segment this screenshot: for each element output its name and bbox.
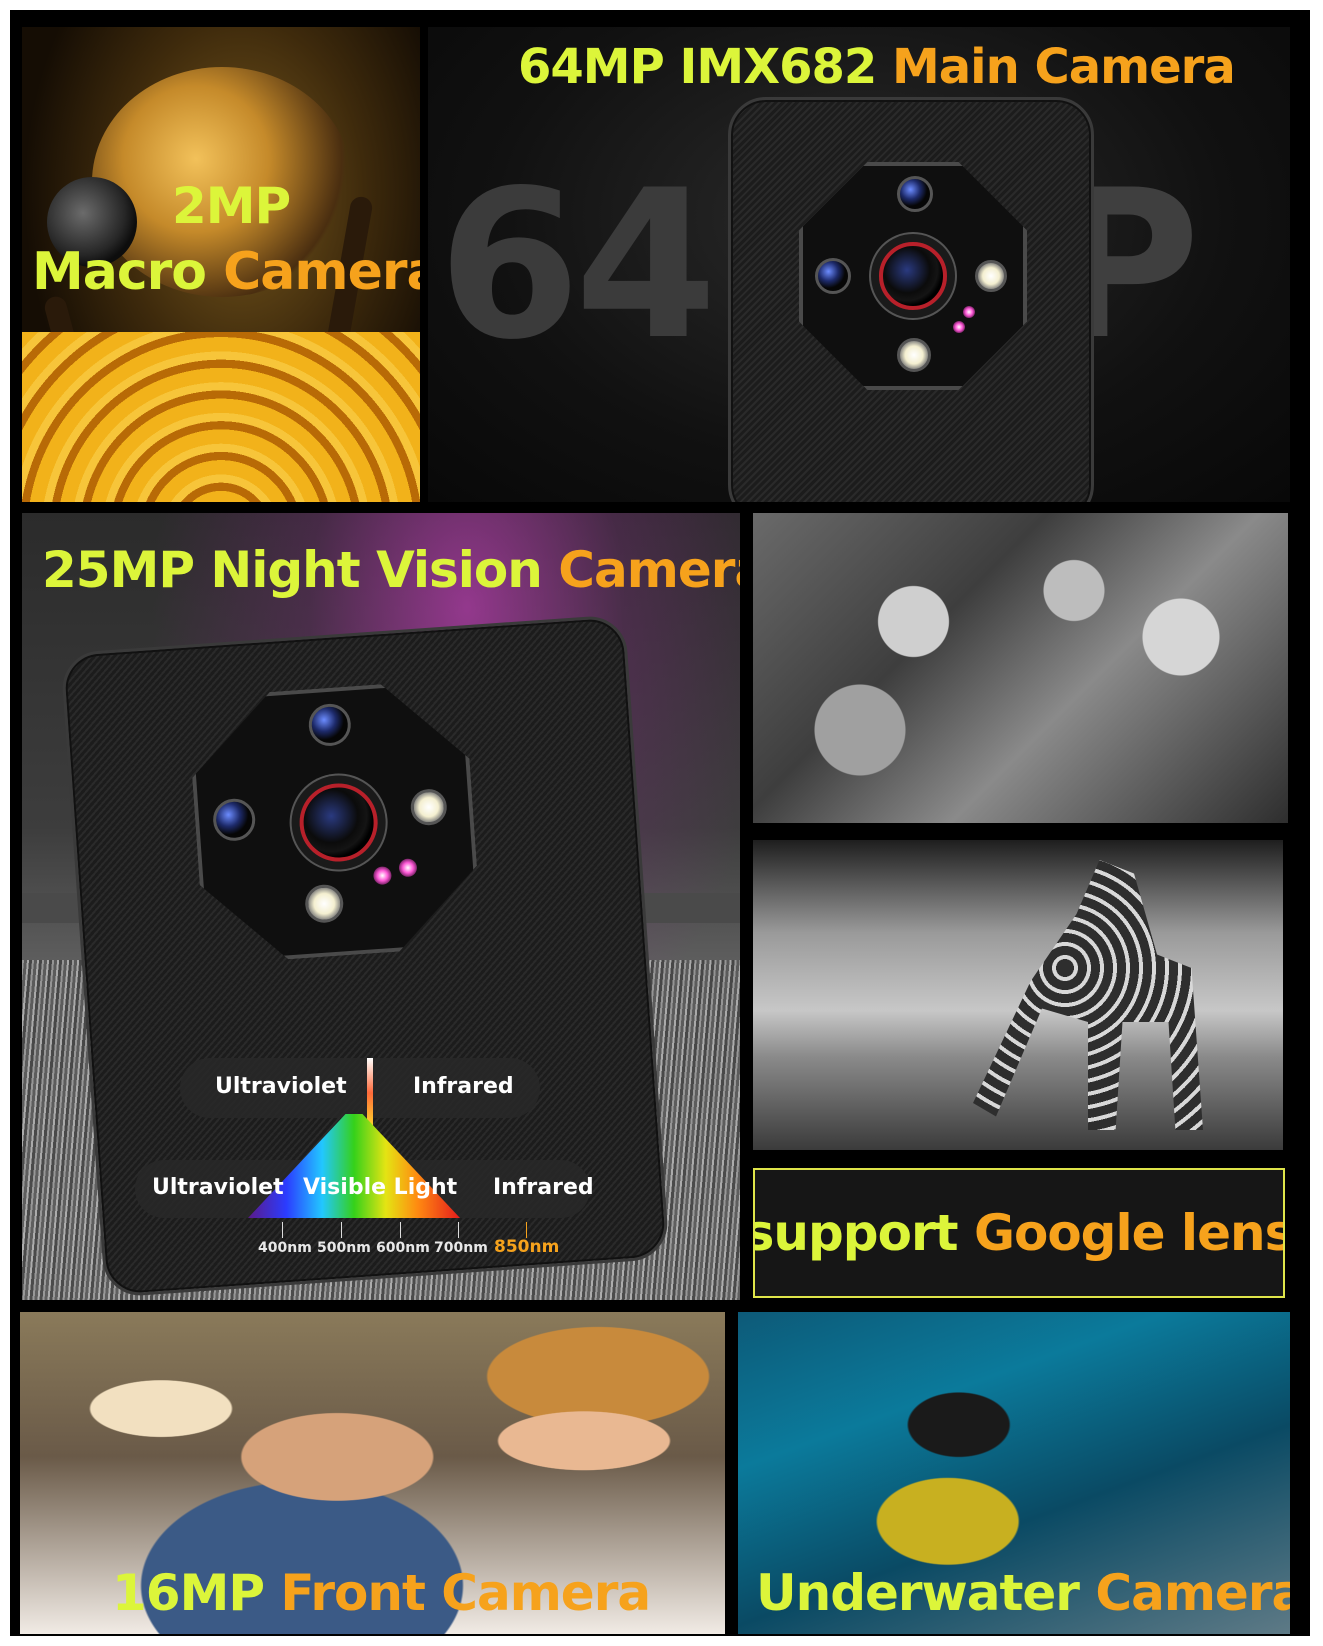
main-camera-title: 64MP IMX682 Main Camera [518,39,1236,95]
google-lens-text: support Google lens [753,1204,1285,1262]
lens-left [212,797,257,842]
tick-700 [458,1222,459,1238]
flash-right [410,788,448,826]
sunflower-petals [22,332,420,502]
front-camera-title: 16MP Front Camera [112,1564,651,1622]
visible-light-label: Visible Light [303,1175,458,1200]
wavelength-600: 600nm [376,1240,430,1256]
giraffe-photo-icon [753,840,1283,1150]
diver-photo-icon: Underwater Camera [738,1312,1290,1634]
lens-top [307,702,352,747]
macro-camera-panel: 2MP Macro Camera [22,27,420,502]
lens-left [815,258,851,294]
macro-mp-label: 2MP [172,177,291,235]
tick-600 [400,1222,401,1238]
ir-led [963,306,975,318]
main-lens [297,781,380,864]
bottom-infrared-label: Infrared [493,1175,594,1200]
ir-led [373,866,392,885]
selfie-photo-icon: 16MP Front Camera [20,1312,725,1634]
top-infrared-label: Infrared [413,1074,514,1099]
flash-right [975,260,1007,292]
tick-500 [341,1222,342,1238]
background-64: 64 [438,147,717,385]
explorers-photo-icon [753,513,1288,823]
top-ultraviolet-label: Ultraviolet [215,1074,347,1099]
main-camera-panel: 64 P 64MP IMX682 Main Camera [428,27,1290,502]
giraffe [973,860,1203,1130]
camera-module [187,678,483,965]
bottom-ultraviolet-label: Ultraviolet [152,1175,284,1200]
wavelength-500: 500nm [317,1240,371,1256]
flash-bottom [304,883,345,924]
ir-led [398,858,417,877]
macro-title: Macro Camera [32,242,420,302]
light-ray [367,1058,373,1128]
tick-400 [282,1222,283,1238]
tick-850 [526,1222,527,1238]
google-lens-box: support Google lens [753,1168,1285,1298]
wavelength-400: 400nm [258,1240,312,1256]
rugged-phone-icon [728,97,1094,502]
lens-top [897,176,933,212]
flash-bottom [897,338,931,372]
ir-led [953,321,965,333]
camera-module [799,162,1027,390]
wavelength-850: 850nm [494,1237,560,1257]
underwater-camera-title: Underwater Camera [756,1564,1290,1622]
main-lens [879,242,947,310]
night-vision-title: 25MP Night Vision Camera [42,541,740,599]
wavelength-700: 700nm [434,1240,488,1256]
